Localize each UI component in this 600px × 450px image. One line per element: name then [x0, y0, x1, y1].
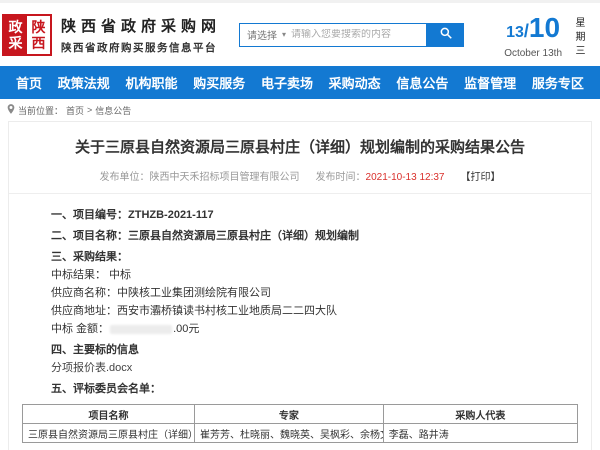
site-logo: 政 采 陕 西	[2, 14, 52, 56]
publish-time: 发布时间：2021-10-13 12:37	[316, 168, 445, 183]
article-paragraph: 四、主要标的信息	[51, 343, 549, 357]
nav-item-0[interactable]: 首页	[16, 73, 42, 92]
nav-item-5[interactable]: 采购动态	[329, 73, 381, 92]
breadcrumb: 当前位置： 首页 > 信息公告	[0, 99, 600, 121]
table-header-cell: 项目名称	[23, 405, 195, 424]
main-nav: 首页政策法规机构职能购买服务电子卖场采购动态信息公告监督管理服务专区	[0, 66, 600, 99]
article-container: 关于三原县自然资源局三原县村庄（详细）规划编制的采购结果公告 发布单位：陕西中天…	[8, 121, 592, 450]
breadcrumb-separator: >	[87, 105, 92, 115]
article-paragraph: 中标 金额：.00元	[51, 322, 549, 336]
breadcrumb-current-link[interactable]: 信息公告	[95, 104, 131, 117]
search-button[interactable]	[427, 23, 464, 47]
logo-char: 采	[9, 35, 23, 51]
logo-right-column: 陕 西	[27, 16, 50, 54]
logo-char: 陕	[32, 19, 46, 35]
table-cell: 崔芳芳、杜晓丽、魏晓英、吴枫彩、余杨文	[195, 424, 384, 443]
date-widget: 13/10 October 13th 星期三	[504, 10, 592, 59]
article-paragraph: 供应商名称：中陕核工业集团测绘院有限公司	[51, 286, 549, 300]
chevron-down-icon: ▾	[282, 30, 286, 39]
print-button[interactable]: 【打印】	[460, 168, 500, 183]
logo-char: 政	[9, 19, 23, 35]
table-cell: 李磊、路井涛	[383, 424, 577, 443]
table-header-row: 项目名称专家采购人代表	[23, 405, 578, 424]
breadcrumb-label: 当前位置：	[18, 104, 63, 117]
nav-item-2[interactable]: 机构职能	[125, 73, 177, 92]
date-numbers: 13/10 October 13th	[504, 14, 562, 59]
site-header: 政 采 陕 西 陕西省政府采购网 陕西省政府购买服务信息平台 请选择 ▾	[0, 0, 600, 66]
search-category-select[interactable]: 请选择 ▾	[240, 27, 291, 42]
nav-item-3[interactable]: 购买服务	[193, 73, 245, 92]
publish-time-value: 2021-10-13 12:37	[366, 172, 445, 183]
publisher: 发布单位：陕西中天禾招标项目管理有限公司	[100, 168, 300, 183]
article-paragraph: 二、项目名称：三原县自然资源局三原县村庄（详细）规划编制	[51, 229, 549, 243]
committee-table: 项目名称专家采购人代表 三原县自然资源局三原县村庄（详细）规划编制崔芳芳、杜晓丽…	[22, 404, 578, 443]
site-name: 陕西省政府采购网	[61, 15, 221, 36]
table-header-cell: 专家	[195, 405, 384, 424]
date-day: 13	[506, 24, 524, 41]
attachment-link[interactable]: 分项报价表.docx	[51, 361, 549, 375]
magnifier-icon	[439, 26, 453, 43]
date-month: 10	[529, 12, 560, 43]
article-meta: 发布单位：陕西中天禾招标项目管理有限公司 发布时间：2021-10-13 12:…	[9, 168, 591, 194]
table-header-cell: 采购人代表	[383, 405, 577, 424]
article-paragraph: 五、评标委员会名单：	[51, 382, 549, 396]
logo-left-column: 政 采	[4, 16, 27, 54]
nav-item-8[interactable]: 服务专区	[532, 73, 584, 92]
article-body: 一、项目编号：ZTHZB-2021-117 二、项目名称：三原县自然资源局三原县村…	[9, 194, 591, 396]
nav-item-1[interactable]: 政策法规	[58, 73, 110, 92]
search-bar: 请选择 ▾	[239, 23, 464, 47]
article-paragraph: 中标结果： 中标	[51, 268, 549, 282]
article-paragraph: 供应商地址：西安市灞桥镇读书村核工业地质局二二四大队	[51, 304, 549, 318]
search-select-label: 请选择	[247, 27, 277, 42]
breadcrumb-home-link[interactable]: 首页	[66, 104, 84, 117]
location-pin-icon	[7, 104, 15, 117]
date-day-month: 13/10	[504, 14, 562, 47]
date-english: October 13th	[504, 48, 562, 59]
article-title: 关于三原县自然资源局三原县村庄（详细）规划编制的采购结果公告	[9, 136, 591, 157]
nav-item-7[interactable]: 监督管理	[464, 73, 516, 92]
search-input[interactable]	[291, 29, 426, 40]
redacted-amount	[110, 325, 172, 334]
logo-char: 西	[32, 35, 46, 51]
search-box: 请选择 ▾	[239, 23, 427, 47]
nav-item-4[interactable]: 电子卖场	[261, 73, 313, 92]
article-paragraph: 三、采购结果：	[51, 250, 549, 264]
table-row: 三原县自然资源局三原县村庄（详细）规划编制崔芳芳、杜晓丽、魏晓英、吴枫彩、余杨文…	[23, 424, 578, 443]
site-subtitle: 陕西省政府购买服务信息平台	[61, 40, 221, 55]
date-weekday: 星期三	[571, 14, 586, 59]
nav-item-6[interactable]: 信息公告	[396, 73, 448, 92]
article-paragraph: 一、项目编号：ZTHZB-2021-117	[51, 208, 549, 222]
table-cell: 三原县自然资源局三原县村庄（详细）规划编制	[23, 424, 195, 443]
site-titles: 陕西省政府采购网 陕西省政府购买服务信息平台	[61, 15, 221, 55]
